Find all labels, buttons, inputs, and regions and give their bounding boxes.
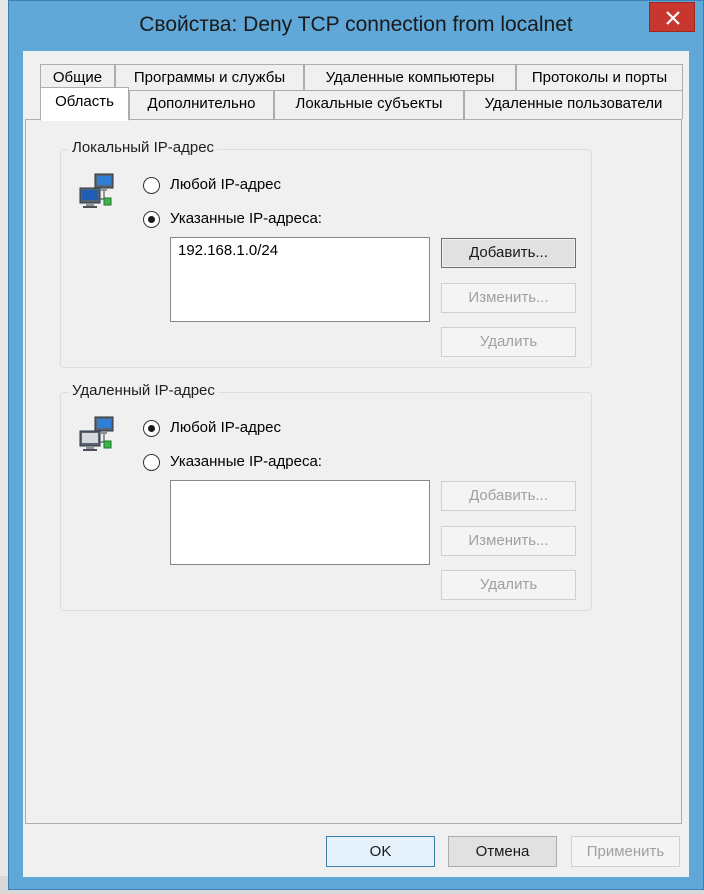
ok-button[interactable]: OK [326, 836, 435, 867]
list-item[interactable]: 192.168.1.0/24 [178, 242, 278, 259]
dialog-client-area: Общие Программы и службы Удаленные компь… [23, 51, 689, 877]
tab-local-principals[interactable]: Локальные субъекты [274, 90, 464, 119]
network-computers-icon [79, 416, 114, 451]
local-edit-button[interactable]: Изменить... [441, 283, 576, 313]
properties-dialog: Свойства: Deny TCP connection from local… [8, 0, 704, 890]
remote-specified-ip-radio[interactable] [143, 454, 160, 471]
tab-advanced[interactable]: Дополнительно [129, 90, 274, 119]
remote-any-ip-label[interactable]: Любой IP-адрес [170, 419, 281, 436]
local-add-button[interactable]: Добавить... [441, 238, 576, 268]
remote-any-ip-radio[interactable] [143, 420, 160, 437]
local-ip-list[interactable]: 192.168.1.0/24 [170, 237, 430, 322]
local-any-ip-radio[interactable] [143, 177, 160, 194]
remote-remove-button[interactable]: Удалить [441, 570, 576, 600]
remote-specified-ip-label[interactable]: Указанные IP-адреса: [170, 453, 322, 470]
local-any-ip-label[interactable]: Любой IP-адрес [170, 176, 281, 193]
remote-ip-legend: Удаленный IP-адрес [69, 382, 218, 399]
title-bar[interactable]: Свойства: Deny TCP connection from local… [9, 1, 703, 51]
tab-protocols-ports[interactable]: Протоколы и порты [516, 64, 683, 92]
apply-button[interactable]: Применить [571, 836, 680, 867]
local-specified-ip-label[interactable]: Указанные IP-адреса: [170, 210, 322, 227]
remote-ip-list[interactable] [170, 480, 430, 565]
remote-add-button[interactable]: Добавить... [441, 481, 576, 511]
remote-ip-group: Удаленный IP-адрес Любой IP-адрес Указан… [60, 382, 592, 611]
local-remove-button[interactable]: Удалить [441, 327, 576, 357]
tab-remote-computers[interactable]: Удаленные компьютеры [304, 64, 516, 92]
tab-scope[interactable]: Область [40, 87, 129, 121]
cancel-button[interactable]: Отмена [448, 836, 557, 867]
tab-programs-services[interactable]: Программы и службы [115, 64, 304, 92]
local-specified-ip-radio[interactable] [143, 211, 160, 228]
window-title: Свойства: Deny TCP connection from local… [139, 13, 573, 36]
remote-edit-button[interactable]: Изменить... [441, 526, 576, 556]
local-ip-group: Локальный IP-адрес Любой IP-адрес Указан… [60, 139, 592, 368]
tab-remote-users[interactable]: Удаленные пользователи [464, 90, 683, 119]
scope-tab-panel: Локальный IP-адрес Любой IP-адрес Указан… [25, 119, 682, 824]
close-icon [666, 11, 680, 25]
network-computers-icon [79, 173, 114, 208]
local-ip-legend: Локальный IP-адрес [69, 139, 218, 156]
close-button[interactable] [649, 2, 695, 32]
